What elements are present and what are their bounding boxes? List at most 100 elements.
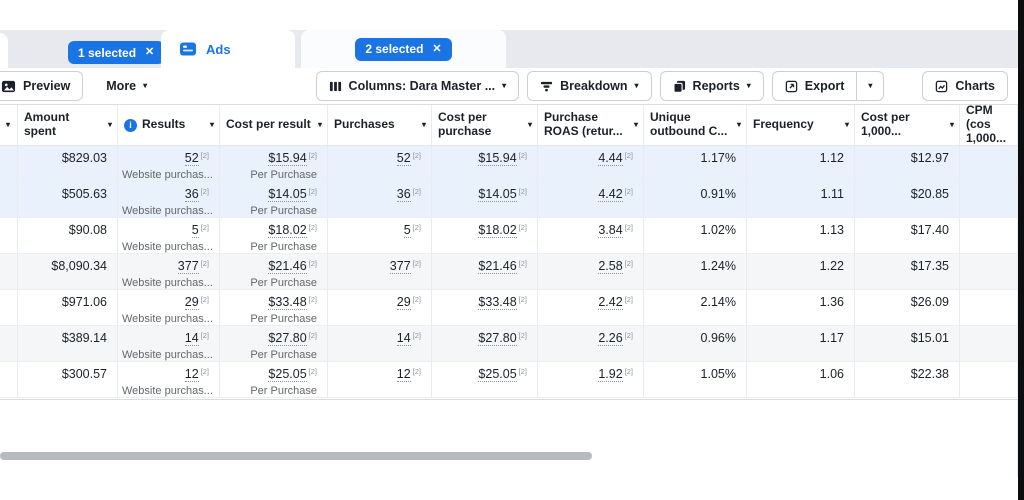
- cell-value: 1.12: [820, 151, 844, 165]
- table-row[interactable]: $829.0352[2]Website purchas...$15.94[2]P…: [0, 146, 1018, 182]
- footnote-marker: [2]: [413, 223, 421, 232]
- metrics-table: ▾ Amount spent ▾ i Results ▾ Cost per re…: [0, 105, 1018, 398]
- sort-caret-icon: ▾: [422, 121, 426, 129]
- cell-value: $971.06: [62, 295, 107, 309]
- table-row[interactable]: $971.0629[2]Website purchas...$33.48[2]P…: [0, 290, 1018, 326]
- toolbar-left: Preview More ▾: [0, 71, 160, 101]
- cell-value: $22.38: [911, 367, 949, 381]
- export-button[interactable]: Export: [772, 71, 858, 101]
- footnote-marker: [2]: [201, 259, 209, 268]
- cell-value: 377: [390, 259, 411, 274]
- column-header-purchases[interactable]: Purchases ▾: [328, 105, 432, 145]
- totals-row: $11,175.85Total spent525[2]Website purch…: [0, 400, 1018, 445]
- cell-cost_per_1000: $12.97: [855, 146, 960, 181]
- cell-cost_per_1000: $15.01: [855, 326, 960, 361]
- cell-value: $14.05: [478, 187, 516, 202]
- tab-ads-label: Ads: [206, 42, 231, 57]
- tab-ads[interactable]: Ads: [161, 30, 295, 68]
- sort-caret-icon: ▾: [108, 121, 112, 129]
- cell-purchases: 29[2]: [328, 290, 432, 325]
- breakdown-icon: [540, 80, 553, 93]
- column-label: Amount spent: [24, 111, 101, 139]
- selected-count-badge-1[interactable]: 1 selected ✕: [68, 41, 164, 64]
- cell-purchases: 12[2]: [328, 362, 432, 397]
- cell-cpm: [960, 254, 1018, 289]
- cell-unique_outbound_ctr: 1.17%: [644, 146, 747, 181]
- horizontal-scrollbar-thumb[interactable]: [0, 452, 592, 460]
- sort-caret-icon: ▾: [845, 121, 849, 129]
- column-header-cpm[interactable]: CPM (cos 1,000...: [960, 105, 1018, 145]
- cell-cost_per_1000: $26.09: [855, 290, 960, 325]
- column-header-stub[interactable]: ▾: [0, 105, 18, 145]
- cell-value: $18.02: [478, 223, 516, 238]
- column-header-unique-outbound[interactable]: Unique outbound C... ▾: [644, 105, 747, 145]
- cell-results: 52[2]Website purchas...: [118, 146, 220, 181]
- more-button[interactable]: More ▾: [93, 71, 160, 101]
- cell-sublabel: Per Purchase: [224, 241, 317, 253]
- column-header-cost-per-purchase[interactable]: Cost per purchase ▾: [432, 105, 538, 145]
- export-options-button[interactable]: ▾: [856, 71, 884, 101]
- cell-value: 5: [192, 223, 199, 238]
- preview-button[interactable]: Preview: [0, 71, 83, 101]
- tab-with-selection[interactable]: 2 selected ✕: [301, 30, 506, 68]
- row-stub-cell: [0, 254, 18, 289]
- column-header-amount-spent[interactable]: Amount spent ▾: [18, 105, 118, 145]
- breakdown-button[interactable]: Breakdown ▾: [527, 71, 651, 101]
- cell-results: 5[2]Website purchas...: [118, 218, 220, 253]
- cell-value: 36: [185, 187, 199, 202]
- cell-sublabel: Per Purchase: [224, 349, 317, 361]
- tab-partial-left[interactable]: [0, 33, 8, 68]
- cell-purchases: 14[2]: [328, 326, 432, 361]
- footnote-marker: [2]: [201, 331, 209, 340]
- column-header-cost-per-result[interactable]: Cost per result ▾: [220, 105, 328, 145]
- columns-label: Columns: Dara Master ...: [349, 79, 496, 93]
- charts-label: Charts: [955, 79, 995, 93]
- footnote-marker: [2]: [201, 367, 209, 376]
- cell-sublabel: Website purchas...: [122, 241, 209, 253]
- clear-selection-icon[interactable]: ✕: [145, 47, 154, 58]
- cell-value: 0.91%: [701, 187, 736, 201]
- sort-caret-icon: ▾: [318, 121, 322, 129]
- selected-count-badge-2[interactable]: 2 selected ✕: [355, 38, 451, 61]
- cell-value: $20.85: [911, 187, 949, 201]
- table-row[interactable]: $300.5712[2]Website purchas...$25.05[2]P…: [0, 362, 1018, 398]
- cell-value: 29: [397, 295, 411, 310]
- cell-frequency: 1.17: [747, 326, 855, 361]
- footnote-marker: [2]: [413, 331, 421, 340]
- reports-button[interactable]: Reports ▾: [660, 71, 764, 101]
- cell-value: $33.48: [478, 295, 516, 310]
- table-row[interactable]: $505.6336[2]Website purchas...$14.05[2]P…: [0, 182, 1018, 218]
- cell-purchases: 5[2]: [328, 218, 432, 253]
- cell-purchase_roas: 2.42[2]: [538, 290, 644, 325]
- cell-purchase_roas: 4.42[2]: [538, 182, 644, 217]
- footnote-marker: [2]: [413, 259, 421, 268]
- row-stub-cell: [0, 146, 18, 181]
- cell-value: 1.06: [820, 367, 844, 381]
- info-icon[interactable]: i: [124, 119, 137, 132]
- toolbar: Preview More ▾ Columns: Dara Master ... …: [0, 68, 1018, 105]
- cell-amount_spent: $8,090.34: [18, 254, 118, 289]
- column-header-cost-per-1000[interactable]: Cost per 1,000... ▾: [855, 105, 960, 145]
- row-stub-cell: [0, 218, 18, 253]
- cell-value: $33.48: [268, 295, 306, 310]
- cell-value: 1.02%: [701, 223, 736, 237]
- cell-value: 14: [397, 331, 411, 346]
- table-row[interactable]: $8,090.34377[2]Website purchas...$21.46[…: [0, 254, 1018, 290]
- cell-results: 36[2]Website purchas...: [118, 182, 220, 217]
- column-header-results[interactable]: i Results ▾: [118, 105, 220, 145]
- cell-results: 377[2]Website purchas...: [118, 254, 220, 289]
- table-row[interactable]: $90.085[2]Website purchas...$18.02[2]Per…: [0, 218, 1018, 254]
- charts-button[interactable]: Charts: [922, 71, 1008, 101]
- cell-cost_per_result: $25.05[2]Per Purchase: [220, 362, 328, 397]
- cell-value: 1.17: [820, 331, 844, 345]
- column-header-purchase-roas[interactable]: Purchase ROAS (retur... ▾: [538, 105, 644, 145]
- footnote-marker: [2]: [625, 223, 633, 232]
- clear-selection-icon[interactable]: ✕: [432, 44, 441, 55]
- cell-frequency: 1.13: [747, 218, 855, 253]
- cell-amount_spent: $389.14: [18, 326, 118, 361]
- table-row[interactable]: $389.1414[2]Website purchas...$27.80[2]P…: [0, 326, 1018, 362]
- cell-amount_spent: $829.03: [18, 146, 118, 181]
- footnote-marker: [2]: [309, 331, 317, 340]
- column-header-frequency[interactable]: Frequency ▾: [747, 105, 855, 145]
- columns-button[interactable]: Columns: Dara Master ... ▾: [316, 71, 520, 101]
